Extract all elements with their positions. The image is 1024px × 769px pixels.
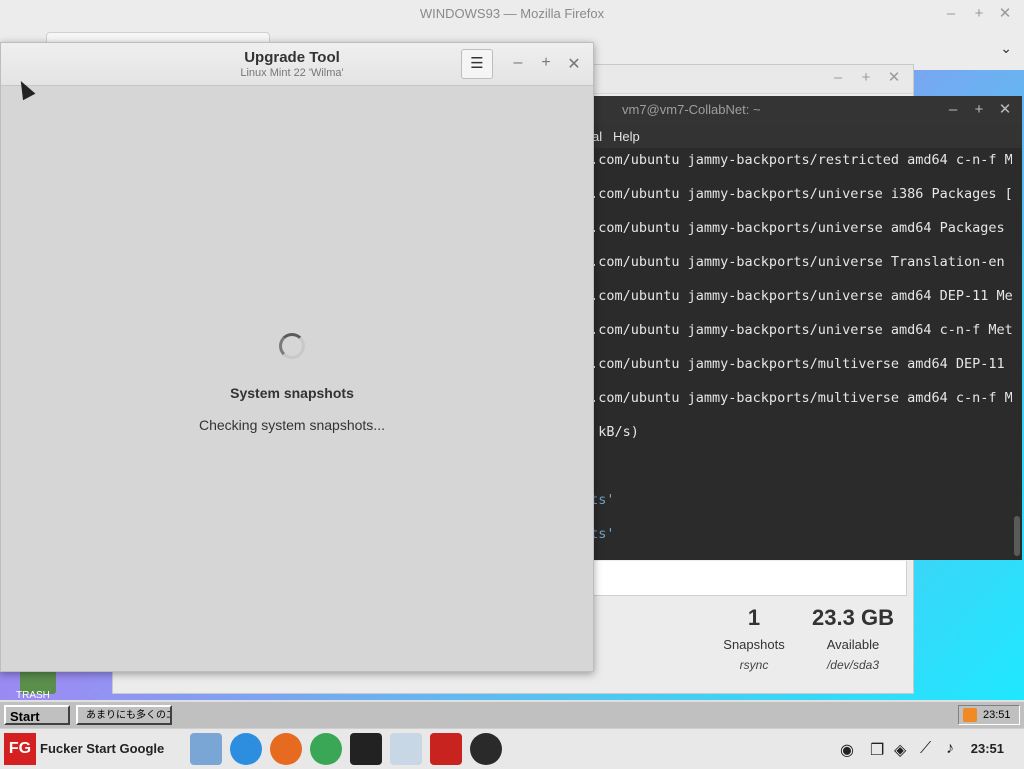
terminal-line: u.com/ubuntu jammy-backports/multiverse …: [582, 356, 1005, 372]
w93-task-label: あまりにも多くのエ...: [86, 710, 170, 721]
available-stat: 23.3 GB Available /dev/sda3: [803, 605, 903, 672]
chevron-down-icon[interactable]: ⌄: [1000, 40, 1012, 57]
maximize-icon[interactable]: +: [970, 5, 988, 23]
chrome-icon[interactable]: [310, 733, 342, 765]
window-title: Upgrade Tool: [244, 49, 340, 66]
close-icon[interactable]: ✕: [565, 54, 583, 74]
menu-logo-icon[interactable]: FG: [4, 733, 36, 765]
rss-icon[interactable]: [963, 708, 977, 722]
obs-tray-icon[interactable]: ◉: [840, 740, 854, 760]
maximize-icon[interactable]: +: [857, 69, 875, 87]
snapshots-stat: 1 Snapshots rsync: [709, 605, 799, 672]
hamburger-menu-icon[interactable]: ☰: [461, 49, 493, 79]
minimize-icon[interactable]: –: [829, 69, 847, 87]
firefox-icon[interactable]: [270, 733, 302, 765]
w93-clock: 23:51: [983, 709, 1011, 721]
minimize-icon[interactable]: –: [944, 101, 962, 119]
notification-icon[interactable]: ❐: [870, 740, 884, 760]
w93-taskbar: Start あまりにも多くのエ... 23:51: [0, 700, 1024, 730]
menu-help[interactable]: Help: [613, 129, 640, 144]
terminal-line: u.com/ubuntu jammy-backports/multiverse …: [582, 390, 1012, 406]
terminal-icon[interactable]: [350, 733, 382, 765]
firefox-titlebar: WINDOWS93 — Mozilla Firefox – + ✕: [0, 0, 1024, 29]
spinner-icon: [279, 333, 305, 359]
minimize-icon[interactable]: –: [942, 5, 960, 23]
obs-icon[interactable]: [470, 733, 502, 765]
sound-icon[interactable]: ♪: [946, 740, 954, 758]
w93-start-button[interactable]: Start: [4, 705, 70, 725]
window-subtitle: Linux Mint 22 'Wilma': [240, 67, 344, 79]
snapshot-list[interactable]: [593, 561, 907, 596]
snapshots-type: rsync: [739, 658, 769, 672]
maximize-icon[interactable]: +: [970, 101, 988, 119]
w93-start-label: Start: [10, 709, 40, 724]
w93-task-button[interactable]: あまりにも多くのエ...: [76, 705, 172, 725]
terminal-title: vm7@vm7-CollabNet: ~: [622, 102, 761, 117]
upgrade-tool-window: Upgrade Tool Linux Mint 22 'Wilma' ☰ – +…: [0, 42, 594, 672]
firefox-title: WINDOWS93 — Mozilla Firefox: [419, 6, 605, 21]
edge-dev-icon[interactable]: [230, 733, 262, 765]
section-heading: System snapshots: [230, 385, 354, 401]
available-label: Available: [826, 637, 880, 652]
close-icon[interactable]: ✕: [885, 69, 903, 87]
close-icon[interactable]: ✕: [996, 5, 1014, 23]
minimize-icon[interactable]: –: [509, 54, 527, 72]
snapshots-count: 1: [747, 605, 761, 630]
terminal-window[interactable]: vm7@vm7-CollabNet: ~ – + ✕ al Help u.com…: [560, 96, 1022, 560]
terminal-line: u.com/ubuntu jammy-backports/universe Tr…: [582, 254, 1005, 270]
terminal-line: u.com/ubuntu jammy-backports/universe am…: [582, 322, 1012, 338]
update-manager-icon[interactable]: [390, 733, 422, 765]
text-editor-icon[interactable]: [430, 733, 462, 765]
terminal-output[interactable]: u.com/ubuntu jammy-backports/restricted …: [560, 148, 1012, 560]
terminal-line: u.com/ubuntu jammy-backports/universe am…: [582, 288, 1012, 304]
terminal-line: u.com/ubuntu jammy-backports/restricted …: [582, 152, 1012, 168]
available-size: 23.3 GB: [812, 605, 894, 630]
terminal-line: u.com/ubuntu jammy-backports/universe am…: [582, 220, 1005, 236]
w93-tray: 23:51: [958, 705, 1020, 725]
upgrade-tool-header: Upgrade Tool Linux Mint 22 'Wilma' ☰ – +…: [1, 43, 593, 86]
files-icon[interactable]: [190, 733, 222, 765]
maximize-icon[interactable]: +: [537, 54, 555, 72]
bottom-panel: FG Fucker Start Google ◉ ❐ ◈ ⟋ ♪ 23:51: [0, 728, 1024, 769]
available-device: /dev/sda3: [826, 658, 880, 672]
close-icon[interactable]: ✕: [996, 101, 1014, 119]
menu-label[interactable]: Fucker Start Google: [40, 741, 164, 756]
terminal-scrollbar[interactable]: [1014, 516, 1020, 556]
panel-clock[interactable]: 23:51: [971, 741, 1004, 756]
snapshot-stats: 1 Snapshots rsync 23.3 GB Available /dev…: [703, 605, 923, 685]
status-text: Checking system snapshots...: [199, 417, 385, 433]
terminal-line: u.com/ubuntu jammy-backports/universe i3…: [582, 186, 1012, 202]
shield-icon[interactable]: ◈: [894, 740, 906, 760]
snapshots-label: Snapshots: [723, 637, 785, 652]
terminal-titlebar: vm7@vm7-CollabNet: ~ – + ✕: [560, 96, 1022, 124]
network-icon[interactable]: ⟋: [920, 740, 931, 758]
terminal-menubar: al Help: [560, 124, 1022, 148]
